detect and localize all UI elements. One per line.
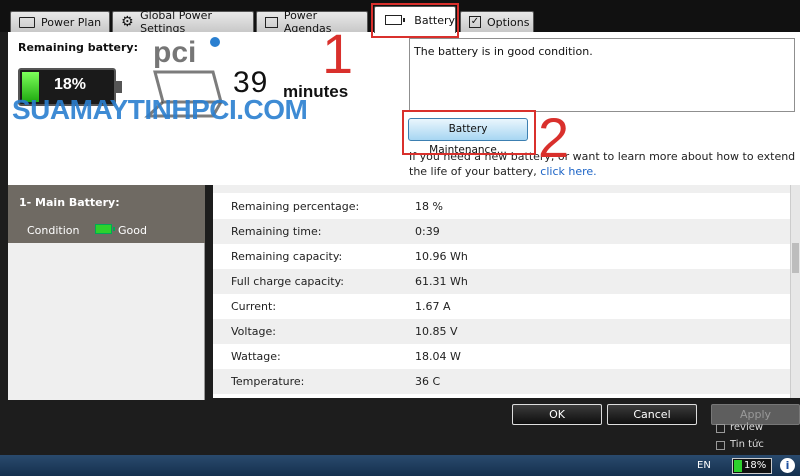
taskbar-battery-text: 18% (744, 460, 767, 471)
main-battery-item[interactable]: 1- Main Battery: Condition Good (8, 185, 205, 243)
table-row: Current: 1.67 A (213, 294, 790, 319)
detail-value: 61.31 Wh (415, 275, 468, 288)
table-row: Temperature: 36 C (213, 369, 790, 394)
svg-text:pci: pci (153, 36, 196, 69)
scrollbar-thumb[interactable] (792, 243, 799, 273)
cancel-button[interactable]: Cancel (607, 404, 697, 425)
detail-label: Voltage: (231, 325, 276, 338)
detail-value: 10.85 V (415, 325, 458, 338)
main-battery-title: 1- Main Battery: (19, 196, 120, 209)
annotation-number-1: 1 (322, 22, 354, 85)
ok-button[interactable]: OK (512, 404, 602, 425)
gear-icon: ⚙ (121, 14, 134, 30)
taskbar-battery-fill (734, 460, 742, 472)
table-row: Wattage: 18.04 W (213, 344, 790, 369)
callout-box-maintenance (402, 110, 536, 155)
detail-value: 18 % (415, 200, 443, 213)
language-indicator[interactable]: EN (697, 460, 711, 471)
detail-label: Remaining percentage: (231, 200, 360, 213)
battery-percent: 18% (54, 76, 87, 93)
tab-label: Options (487, 15, 530, 29)
tab-options[interactable]: ✓ Options (460, 11, 534, 32)
tab-label: Power Plan (41, 15, 102, 29)
detail-label: Wattage: (231, 350, 281, 363)
table-row: Remaining time: 0:39 (213, 219, 790, 244)
detail-label: Full charge capacity: (231, 275, 344, 288)
power-plan-icon (19, 16, 35, 28)
detail-value: 1.67 A (415, 300, 451, 313)
watermark-text: SUAMAYTINHPCI.COM (12, 94, 308, 125)
battery-good-icon (95, 224, 115, 234)
callout-box-battery-tab (371, 3, 459, 38)
monitor-icon (265, 16, 278, 28)
table-row: Full charge capacity: 61.31 Wh (213, 269, 790, 294)
annotation-number-2: 2 (538, 106, 570, 169)
tab-global-power-settings[interactable]: ⚙ Global Power Settings (112, 9, 254, 35)
table-row: Voltage: 10.85 V (213, 319, 790, 344)
background-checkbox (716, 441, 725, 450)
detail-value: 10.96 Wh (415, 250, 468, 263)
battery-details-list: Remaining percentage: 18 % Remaining tim… (213, 185, 790, 398)
detail-label: Temperature: (231, 375, 305, 388)
taskbar: EN 18% i (0, 455, 800, 476)
background-checkbox (716, 424, 725, 433)
battery-status-box: The battery is in good condition. (409, 38, 795, 112)
background-text: Tin tức (730, 439, 764, 450)
detail-value: 36 C (415, 375, 441, 388)
table-row: Remaining percentage: 18 % (213, 194, 790, 219)
taskbar-battery-icon[interactable]: 18% (732, 458, 772, 474)
detail-value: 18.04 W (415, 350, 461, 363)
battery-panel: Remaining battery: 18% pci 39 minutes SU… (8, 32, 800, 185)
details-scrollbar[interactable] (790, 185, 800, 398)
remaining-battery-label: Remaining battery: (18, 41, 138, 54)
checkbox-icon: ✓ (469, 16, 481, 28)
detail-label: Current: (231, 300, 277, 313)
battery-status-message: The battery is in good condition. (414, 45, 593, 58)
table-row (213, 185, 790, 193)
tab-power-plan[interactable]: Power Plan (10, 11, 110, 32)
condition-value: Good (118, 224, 147, 237)
condition-label: Condition (27, 224, 80, 237)
table-row: Remaining capacity: 10.96 Wh (213, 244, 790, 269)
detail-value: 0:39 (415, 225, 440, 238)
battery-list-sidebar: 1- Main Battery: Condition Good (8, 185, 205, 400)
detail-label: Remaining capacity: (231, 250, 343, 263)
detail-label: Remaining time: (231, 225, 322, 238)
background-text: review (730, 422, 764, 433)
info-icon[interactable]: i (780, 458, 795, 473)
